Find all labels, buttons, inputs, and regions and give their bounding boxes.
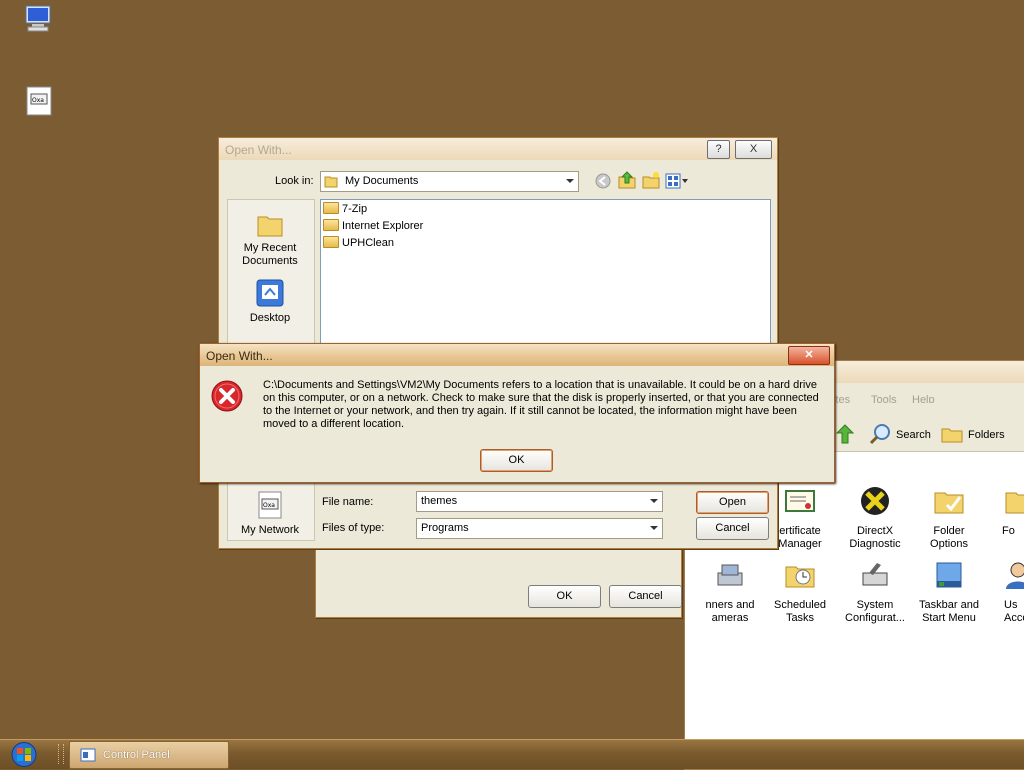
error-title: Open With...: [206, 349, 273, 363]
error-ok-button[interactable]: OK: [480, 449, 553, 472]
user-accounts-icon: [1006, 562, 1024, 589]
error-message: C:\Documents and Settings\VM2\My Documen…: [263, 379, 819, 430]
up-arrow-icon[interactable]: [835, 423, 855, 445]
error-dialog: Open With... ✕ C:\Documents and Settings…: [199, 343, 835, 483]
desktop-icon: [256, 279, 284, 307]
taskbar-button-control-panel[interactable]: Control Panel: [69, 741, 229, 769]
cp-item-user-accounts[interactable]: Us Acco: [988, 559, 1024, 625]
error-titlebar: Open With... ✕: [200, 344, 834, 366]
list-item[interactable]: 7-Zip: [323, 202, 367, 215]
open-with-title: Open With...: [225, 143, 292, 157]
certificate-icon: [785, 490, 815, 512]
file-type-dropdown[interactable]: Programs: [416, 518, 663, 539]
open-button[interactable]: Open: [696, 491, 769, 514]
taskbar: Control Panel: [0, 739, 1024, 769]
cp-item-directx-diagnostic[interactable]: DirectX Diagnostic: [840, 485, 910, 551]
cancel-button[interactable]: Cancel: [696, 517, 769, 540]
place-my-network[interactable]: Oxa My Network: [230, 490, 310, 537]
my-computer-icon[interactable]: [22, 2, 54, 34]
fonts-folder-icon: [1005, 492, 1024, 514]
folders-icon[interactable]: [941, 425, 963, 443]
folders-button[interactable]: Folders: [968, 429, 1005, 441]
program-file-icon[interactable]: Oxa: [24, 84, 56, 116]
background-ok-button[interactable]: OK: [528, 585, 601, 608]
help-button[interactable]: ?: [707, 140, 730, 159]
place-recent-documents[interactable]: My Recent Documents: [230, 210, 310, 268]
directx-icon: [861, 487, 889, 515]
view-menu-icon[interactable]: [665, 173, 689, 189]
list-item[interactable]: UPHClean: [323, 236, 394, 249]
search-button[interactable]: Search: [896, 429, 931, 441]
system-config-icon: [862, 563, 888, 586]
cp-item-scheduled-tasks[interactable]: Scheduled Tasks: [765, 559, 835, 625]
svg-text:Oxa: Oxa: [263, 502, 275, 509]
cp-item-folder-options[interactable]: Folder Options: [914, 485, 984, 551]
my-network-icon: Oxa: [258, 491, 282, 519]
file-name-label: File name:: [322, 496, 374, 508]
chevron-down-icon[interactable]: [650, 499, 658, 503]
open-with-titlebar: Open With... ? X: [219, 138, 777, 160]
taskbar-label: Control Panel: [103, 749, 170, 761]
cp-item-fonts[interactable]: Fo: [988, 485, 1024, 538]
taskbar-icon: [936, 562, 962, 588]
control-panel-icon: [80, 748, 96, 762]
place-desktop[interactable]: Desktop: [230, 278, 310, 325]
file-type-label: Files of type:: [322, 522, 385, 534]
chevron-down-icon: [566, 179, 574, 183]
scanner-icon: [717, 564, 743, 586]
folder-icon: [323, 219, 339, 232]
folder-options-icon: [934, 492, 964, 514]
start-button[interactable]: [6, 741, 42, 768]
file-name-field[interactable]: themes: [416, 491, 663, 512]
close-icon[interactable]: ✕: [788, 346, 830, 365]
background-cancel-button[interactable]: Cancel: [609, 585, 682, 608]
new-folder-icon[interactable]: [642, 171, 660, 189]
chevron-down-icon[interactable]: [650, 526, 658, 530]
folder-icon: [323, 202, 339, 215]
search-icon[interactable]: [869, 423, 891, 445]
cp-item-scanners-cameras[interactable]: nners and ameras: [695, 559, 765, 625]
cp-item-taskbar-start-menu[interactable]: Taskbar and Start Menu: [914, 559, 984, 625]
folder-icon: [323, 236, 339, 249]
look-in-value: My Documents: [345, 175, 419, 187]
my-documents-icon: [324, 176, 338, 188]
cp-item-system-configuration[interactable]: System Configurat...: [840, 559, 910, 625]
look-in-label: Look in:: [275, 175, 314, 187]
taskbar-grip: [58, 744, 64, 764]
look-in-dropdown[interactable]: My Documents: [320, 171, 579, 192]
error-icon: [211, 380, 243, 412]
back-icon[interactable]: [595, 173, 611, 189]
recent-documents-icon: [257, 216, 283, 237]
scheduled-tasks-icon: [785, 566, 815, 588]
list-item[interactable]: Internet Explorer: [323, 219, 423, 232]
file-list[interactable]: 7-Zip Internet Explorer UPHClean: [320, 199, 771, 346]
up-folder-icon[interactable]: [618, 171, 636, 189]
svg-text:Oxa: Oxa: [32, 97, 44, 104]
close-button[interactable]: X: [735, 140, 772, 159]
